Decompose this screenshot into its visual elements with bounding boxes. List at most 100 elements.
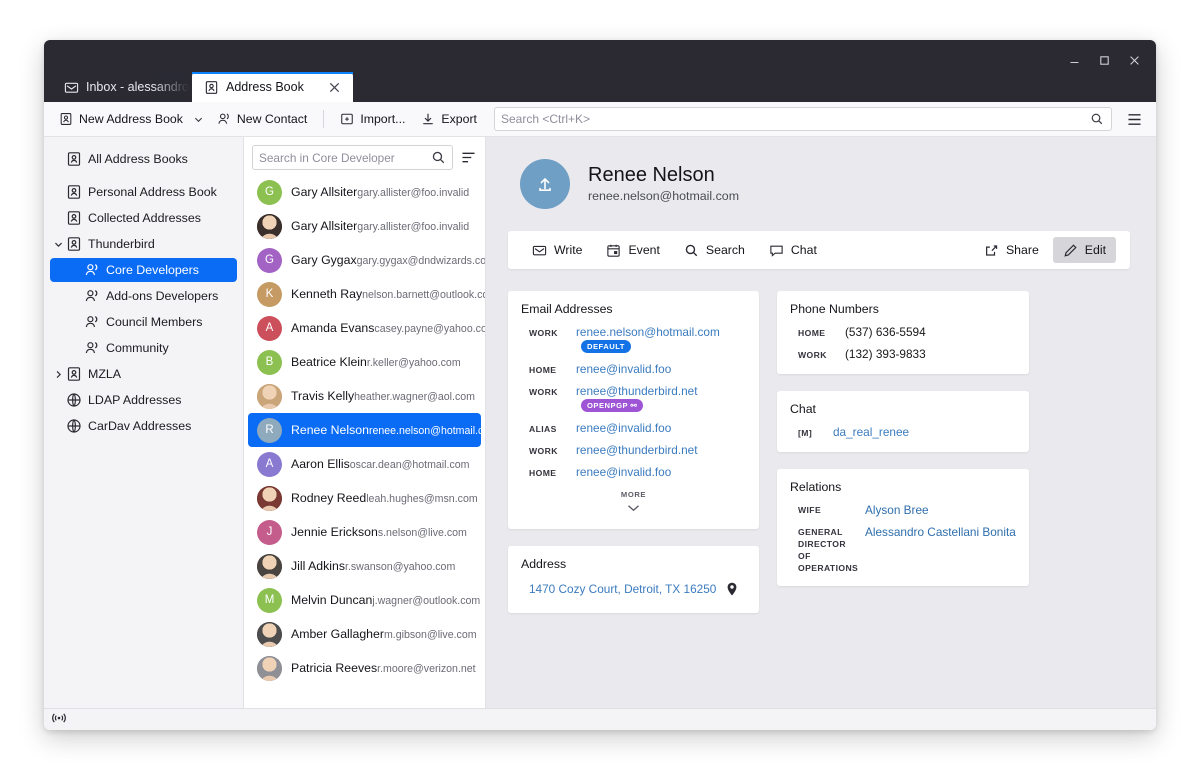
- sidebar-item-add-ons-developers[interactable]: Add-ons Developers: [50, 284, 237, 308]
- contact-list-item[interactable]: J Jennie Ericksons.nelson@live.com: [248, 515, 481, 549]
- contact-list-item[interactable]: G Gary Gygaxgary.gygax@dndwizards.com: [248, 243, 485, 277]
- sort-icon[interactable]: [457, 145, 479, 170]
- chevron-down-icon[interactable]: [50, 240, 66, 249]
- email-row: HOME renee@invalid.foo: [529, 362, 746, 377]
- sidebar-item-label: Core Developers: [106, 263, 199, 277]
- sidebar-item-ldap-addresses[interactable]: LDAP Addresses: [50, 388, 237, 412]
- contact-list-item[interactable]: K Kenneth Raynelson.barnett@outlook.com: [248, 277, 485, 311]
- new-address-book-split[interactable]: New Address Book: [52, 106, 208, 132]
- phone-value[interactable]: (537) 636-5594: [845, 325, 926, 340]
- contact-email: renee.nelson@hotmail.com: [368, 425, 485, 437]
- contacts-search-placeholder: Search in Core Developer: [259, 150, 395, 165]
- search-icon: [431, 150, 446, 170]
- contact-list-item[interactable]: A Amanda Evanscasey.payne@yahoo.com: [248, 311, 485, 345]
- sidebar-item-mzla[interactable]: MZLA: [50, 362, 237, 386]
- tab-address-book[interactable]: Address Book: [192, 72, 353, 102]
- new-contact-button[interactable]: New Contact: [210, 106, 314, 132]
- mail-icon: [64, 80, 79, 95]
- phone-value[interactable]: (132) 393-9833: [845, 347, 926, 362]
- sidebar-item-council-members[interactable]: Council Members: [50, 310, 237, 334]
- window-titlebar: Inbox - alessandro Address Book: [44, 40, 1156, 102]
- export-button[interactable]: Export: [414, 106, 484, 132]
- edit-button[interactable]: Edit: [1052, 237, 1116, 263]
- contact-list-item[interactable]: Travis Kellyheather.wagner@aol.com: [248, 379, 481, 413]
- address-book-icon: [59, 112, 73, 126]
- address-card: Address 1470 Cozy Court, Detroit, TX 162…: [508, 546, 759, 613]
- share-button[interactable]: Share: [974, 237, 1049, 263]
- sidebar-item-cardav-addresses[interactable]: CarDav Addresses: [50, 414, 237, 438]
- show-more-emails-button[interactable]: MORE: [521, 490, 746, 517]
- contact-name: Jill Adkins: [291, 559, 345, 573]
- close-icon[interactable]: [1120, 48, 1148, 72]
- sidebar-item-collected-addresses[interactable]: Collected Addresses: [50, 206, 237, 230]
- sidebar-item-label: LDAP Addresses: [88, 393, 182, 407]
- contact-list-item[interactable]: R Renee Nelsonrenee.nelson@hotmail.com: [248, 413, 485, 447]
- avatar: G: [257, 179, 282, 205]
- email-value[interactable]: renee@thunderbird.net: [576, 443, 698, 458]
- chevron-right-icon[interactable]: [50, 370, 66, 379]
- person-add-icon: [217, 112, 231, 126]
- global-search-input[interactable]: Search <Ctrl+K>: [493, 107, 1112, 131]
- contact-list-item[interactable]: Amber Gallagherm.gibson@live.com: [248, 617, 481, 651]
- contact-list-item[interactable]: A Aaron Ellisoscar.dean@hotmail.com: [248, 447, 481, 481]
- mailing-list-icon: [84, 288, 106, 304]
- contact-email: gary.allister@foo.invalid: [357, 221, 470, 233]
- search-button[interactable]: Search: [674, 237, 755, 263]
- phone-row: WORK (132) 393-9833: [798, 347, 1016, 362]
- contacts-list[interactable]: G Gary Allsitergary.allister@foo.invalid G…: [244, 175, 485, 708]
- email-card-title: Email Addresses: [521, 302, 613, 316]
- avatar: A: [257, 315, 282, 341]
- address-value[interactable]: 1470 Cozy Court, Detroit, TX 16250: [529, 582, 716, 596]
- contact-list-item[interactable]: G Gary Allsitergary.allister@foo.invalid: [248, 175, 481, 209]
- contact-list-item[interactable]: Jill Adkinsr.swanson@yahoo.com: [248, 549, 481, 583]
- address-book-icon: [66, 184, 88, 200]
- map-pin-icon[interactable]: [726, 582, 738, 601]
- email-value[interactable]: renee@invalid.foo: [576, 421, 671, 436]
- event-button[interactable]: Event: [596, 237, 669, 263]
- sidebar-item-label: Add-ons Developers: [106, 289, 219, 303]
- sidebar-item-label: Collected Addresses: [88, 211, 201, 225]
- close-icon[interactable]: [325, 77, 345, 97]
- contact-name: Gary Gygax: [291, 253, 357, 267]
- app-menu-button[interactable]: [1120, 106, 1148, 132]
- sidebar-item-personal-address-book[interactable]: Personal Address Book: [50, 180, 237, 204]
- contact-list-item[interactable]: Patricia Reevesr.moore@verizon.net: [248, 651, 481, 685]
- address-book-icon: [66, 236, 88, 252]
- chevron-down-icon[interactable]: [190, 106, 208, 132]
- contact-list-item[interactable]: Gary Allsitergary.allister@foo.invalid: [248, 209, 481, 243]
- contact-list-item[interactable]: Rodney Reedleah.hughes@msn.com: [248, 481, 481, 515]
- chat-handle[interactable]: da_real_renee: [833, 425, 909, 440]
- contacts-search-input[interactable]: Search in Core Developer: [252, 145, 453, 170]
- email-value[interactable]: renee@thunderbird.netOPENPGP ⚯: [576, 384, 746, 414]
- upload-avatar-icon[interactable]: [520, 159, 570, 209]
- contact-email: gary.gygax@dndwizards.com: [356, 255, 485, 267]
- chat-row: [m] da_real_renee: [798, 425, 1016, 440]
- contact-text: Amber Gallagherm.gibson@live.com: [291, 625, 477, 643]
- sidebar-item-core-developers[interactable]: Core Developers: [50, 258, 237, 282]
- avatar: [257, 553, 282, 579]
- contact-text: Rodney Reedleah.hughes@msn.com: [291, 489, 478, 507]
- new-address-book-button[interactable]: New Address Book: [52, 106, 190, 132]
- contact-email: j.wagner@outlook.com: [372, 595, 481, 607]
- email-value[interactable]: renee@invalid.foo: [576, 465, 671, 480]
- relation-value[interactable]: Alessandro Castellani Bonita: [865, 525, 1016, 540]
- relation-row: WIFE Alyson Bree: [798, 503, 1016, 518]
- sidebar-item-thunderbird[interactable]: Thunderbird: [50, 232, 237, 256]
- sidebar-item-label: CarDav Addresses: [88, 419, 192, 433]
- email-value[interactable]: renee.nelson@hotmail.comDEFAULT: [576, 325, 746, 355]
- contact-list-item[interactable]: B Beatrice Kleinr.keller@yahoo.com: [248, 345, 481, 379]
- email-value[interactable]: renee@invalid.foo: [576, 362, 671, 377]
- sidebar-item-all-address-books[interactable]: All Address Books: [50, 147, 237, 171]
- relation-value[interactable]: Alyson Bree: [865, 503, 929, 518]
- write-button[interactable]: Write: [522, 237, 592, 263]
- tab-inbox[interactable]: Inbox - alessandro: [52, 72, 192, 102]
- import-button[interactable]: Import...: [333, 106, 412, 132]
- relation-type: GENERAL DIRECTOR OF OPERATIONS: [798, 527, 859, 573]
- share-icon: [984, 243, 999, 258]
- chat-button[interactable]: Chat: [759, 237, 827, 263]
- contact-list-item[interactable]: M Melvin Duncanj.wagner@outlook.com: [248, 583, 481, 617]
- maximize-icon[interactable]: [1090, 48, 1118, 72]
- minimize-icon[interactable]: [1060, 48, 1088, 72]
- sidebar-item-community[interactable]: Community: [50, 336, 237, 360]
- thunderbird-window: Inbox - alessandro Address Book New Addr…: [44, 40, 1156, 730]
